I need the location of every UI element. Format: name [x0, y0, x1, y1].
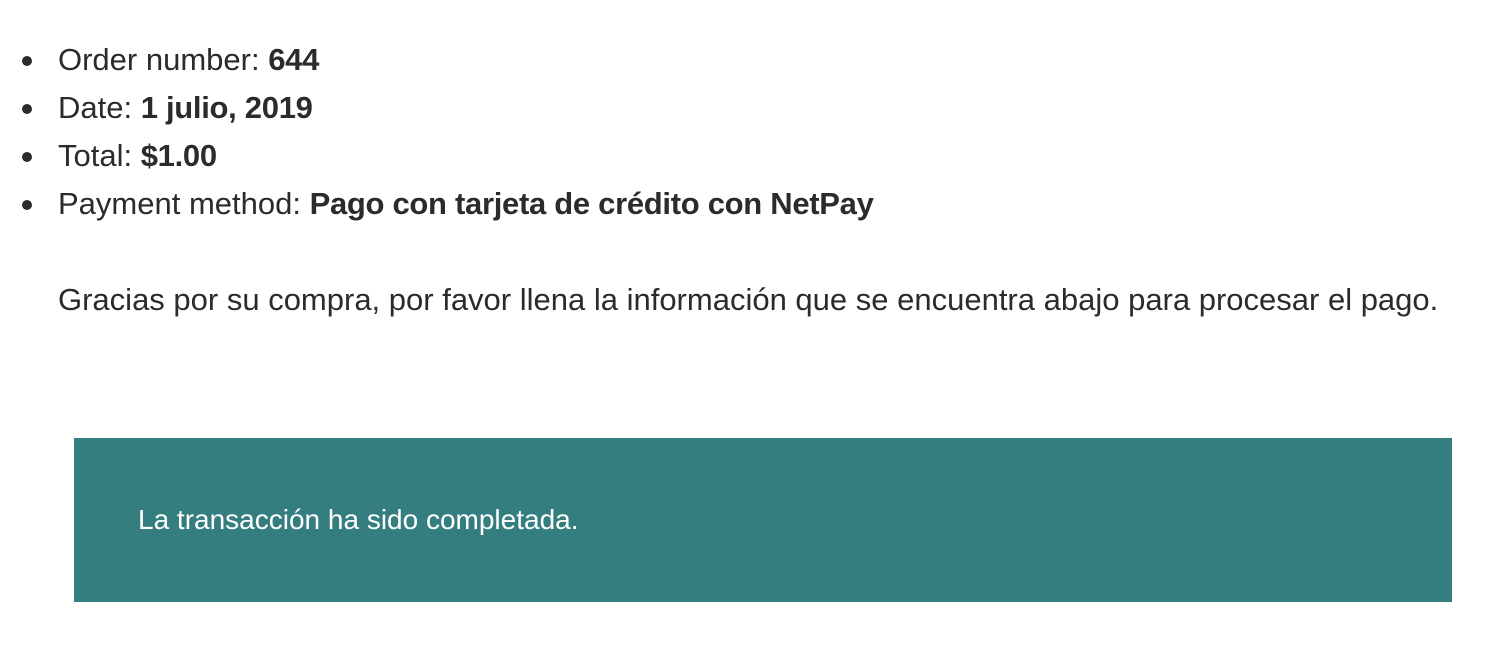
payment-method-value: Pago con tarjeta de crédito con NetPay — [309, 186, 874, 221]
order-total-value: $1.00 — [140, 138, 217, 173]
payment-method-label: Payment method: — [58, 186, 310, 221]
order-number-item: Order number: 644 — [22, 36, 874, 84]
order-date-label: Date: — [58, 90, 141, 125]
order-date-item: Date: 1 julio, 2019 — [22, 84, 874, 132]
order-details-list: Order number: 644 Date: 1 julio, 2019 To… — [0, 36, 874, 228]
transaction-notice-text: La transacción ha sido completada. — [138, 504, 579, 535]
order-total-item: Total: $1.00 — [22, 132, 874, 180]
thanks-message: Gracias por su compra, por favor llena l… — [58, 282, 1439, 317]
transaction-notice: La transacción ha sido completada. — [74, 438, 1452, 602]
bullet-icon — [22, 56, 32, 66]
bullet-icon — [22, 200, 32, 210]
order-date-value: 1 julio, 2019 — [140, 90, 313, 125]
bullet-icon — [22, 104, 32, 114]
bullet-icon — [22, 152, 32, 162]
order-number-value: 644 — [268, 42, 320, 77]
order-number-label: Order number: — [58, 42, 269, 77]
order-total-label: Total: — [58, 138, 141, 173]
payment-method-item: Payment method: Pago con tarjeta de créd… — [22, 180, 874, 228]
